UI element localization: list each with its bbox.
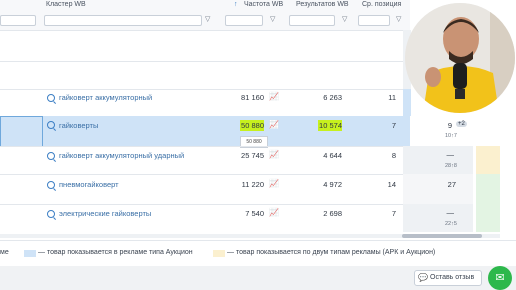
filter-icon[interactable]: ▽ xyxy=(270,15,275,23)
search-icon[interactable] xyxy=(47,121,55,129)
chart-icon[interactable]: 📈 xyxy=(269,150,279,159)
filter-input-frequency[interactable] xyxy=(225,15,263,26)
position-cell: — xyxy=(446,150,455,159)
keyword-link[interactable]: электрические гайковерты xyxy=(59,209,151,218)
legend-divider xyxy=(0,240,516,241)
feedback-button[interactable]: 💬 Оставь отзыв xyxy=(414,270,482,286)
table-row[interactable]: гайковерт аккумуляторный ударный 25 745 … xyxy=(0,146,410,174)
green-marker xyxy=(476,204,500,232)
filter-input-avg-position[interactable] xyxy=(358,15,390,26)
frequency-value: 25 745 xyxy=(241,151,264,160)
filter-icon[interactable]: ▽ xyxy=(205,15,210,23)
position-sub: 22↑5 xyxy=(445,221,457,227)
feedback-icon: 💬 xyxy=(418,273,428,282)
position-sub: 28↑8 xyxy=(445,163,457,169)
results-value: 2 698 xyxy=(323,209,342,218)
position-badge: +2 xyxy=(456,121,467,127)
frequency-value: 11 220 xyxy=(241,180,264,189)
position-column xyxy=(403,174,473,204)
search-icon[interactable] xyxy=(47,94,55,102)
avg-position-value: 8 xyxy=(391,151,396,160)
keyword-link[interactable]: гайковерты xyxy=(59,121,98,130)
presenter-image xyxy=(405,3,515,113)
row-divider xyxy=(0,61,410,62)
chart-icon[interactable]: 📈 xyxy=(269,179,279,188)
results-value: 4 972 xyxy=(323,180,342,189)
table-row[interactable]: электрические гайковерты 7 540 📈 2 698 7 xyxy=(0,204,410,232)
green-marker xyxy=(476,174,500,204)
position-cell: 9 xyxy=(447,121,452,130)
chart-icon[interactable]: 📈 xyxy=(269,208,279,217)
results-value: 6 263 xyxy=(323,93,342,102)
column-header-avg-position[interactable]: Ср. позиция xyxy=(362,1,401,8)
scrollbar-thumb[interactable] xyxy=(402,234,482,238)
webcam-overlay xyxy=(405,3,515,113)
avg-position-value: 7 xyxy=(391,121,396,130)
filter-input-cluster[interactable] xyxy=(44,15,202,26)
position-column xyxy=(403,204,473,232)
table-row[interactable]: гайковерт аккумуляторный 81 160 📈 6 263 … xyxy=(0,89,411,116)
legend-both: — товар показывается по двум типам рекла… xyxy=(227,249,436,256)
avg-position-value: 7 xyxy=(391,209,396,218)
chat-icon[interactable]: ✉ xyxy=(488,266,512,290)
avg-position-value: 11 xyxy=(388,93,396,102)
selected-cell[interactable] xyxy=(0,116,43,147)
chart-icon[interactable]: 📈 xyxy=(269,120,279,129)
filter-icon[interactable]: ▽ xyxy=(396,15,401,23)
filter-input-left[interactable] xyxy=(0,15,36,26)
column-header-frequency[interactable]: Частота WB xyxy=(244,1,283,8)
keyword-link[interactable]: гайковерт аккумуляторный ударный xyxy=(59,151,184,160)
frequency-value: 7 540 xyxy=(245,209,264,218)
search-icon[interactable] xyxy=(47,181,55,189)
keyword-link[interactable]: гайковерт аккумуляторный xyxy=(59,93,152,102)
search-icon[interactable] xyxy=(47,152,55,160)
position-column xyxy=(403,146,473,174)
keyword-link[interactable]: пневмогайковерт xyxy=(59,180,119,189)
column-header-results[interactable]: Результатов WB xyxy=(296,1,349,8)
frequency-value: 50 880 xyxy=(240,120,264,131)
position-sub: 10↑7 xyxy=(445,133,457,139)
avg-position-value: 14 xyxy=(387,180,396,189)
filter-input-results[interactable] xyxy=(289,15,335,26)
row-divider xyxy=(0,30,410,31)
sort-arrow-icon[interactable]: ↑ xyxy=(234,1,238,8)
chart-icon[interactable]: 📈 xyxy=(269,92,279,101)
legend-fragment: ме xyxy=(0,249,9,256)
both-ads-marker xyxy=(476,146,500,174)
results-value: 4 644 xyxy=(323,151,342,160)
results-value: 10 574 xyxy=(318,120,342,131)
position-cell: — xyxy=(446,208,455,217)
legend-swatch-auction xyxy=(24,250,36,257)
legend-auction: — товар показывается в рекламе типа Аукц… xyxy=(38,249,193,256)
search-icon[interactable] xyxy=(47,210,55,218)
position-cell: 27 xyxy=(447,180,456,189)
feedback-label: Оставь отзыв xyxy=(430,274,475,281)
column-header-cluster[interactable]: Кластер WB xyxy=(46,1,86,8)
auction-marker xyxy=(403,89,411,116)
table-row[interactable]: пневмогайковерт 11 220 📈 4 972 14 xyxy=(0,174,410,204)
frequency-value: 81 160 xyxy=(241,93,264,102)
legend-swatch-both xyxy=(213,250,225,257)
filter-icon[interactable]: ▽ xyxy=(342,15,347,23)
